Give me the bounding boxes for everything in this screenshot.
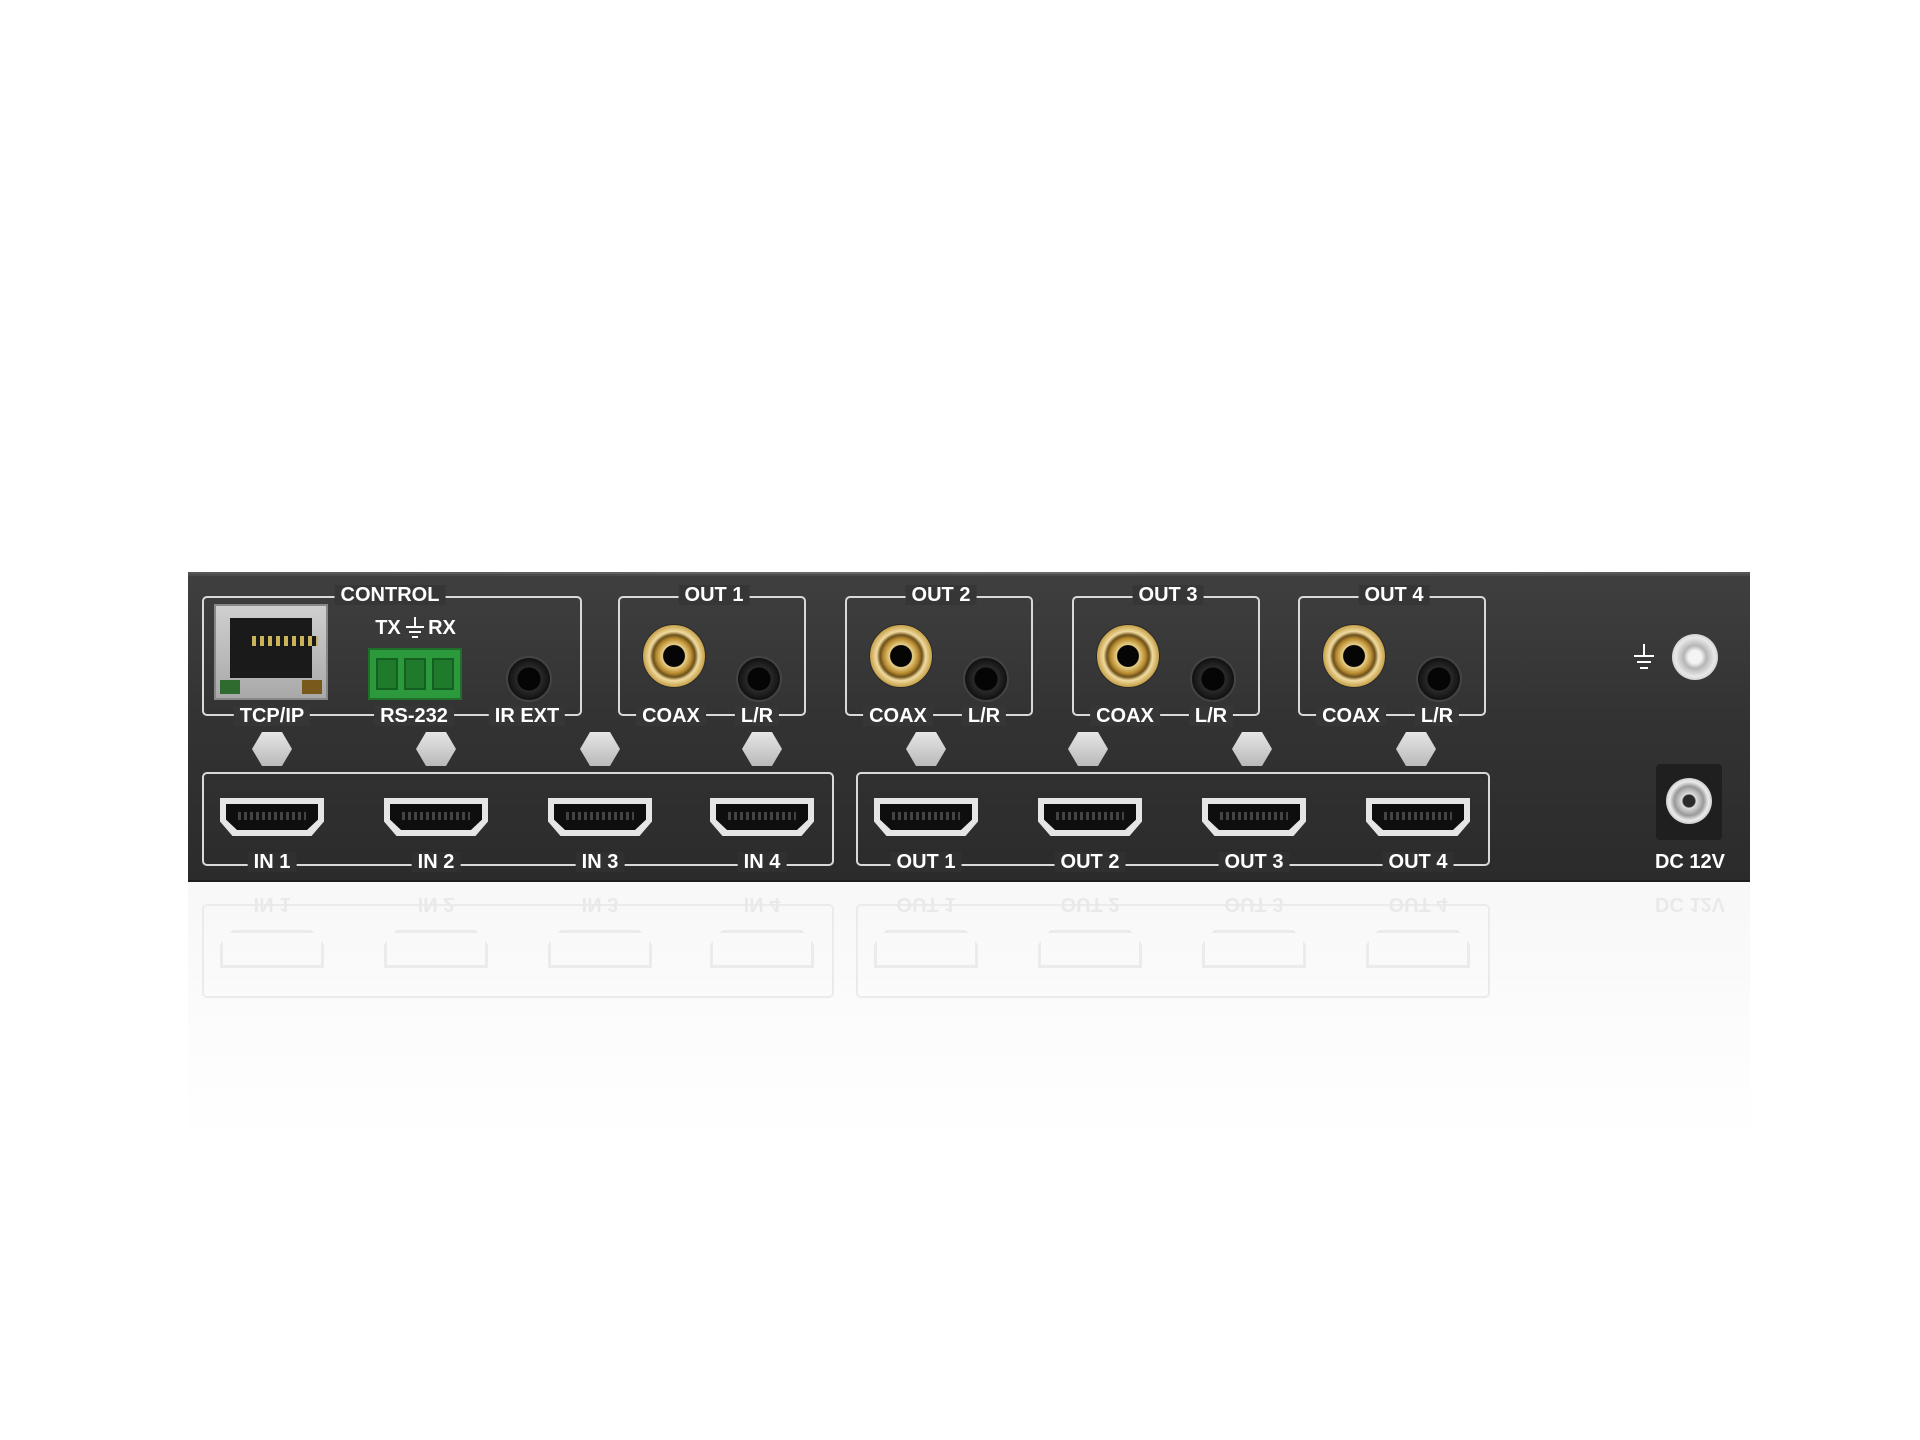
control-group-label: CONTROL [334,585,446,605]
coax-label-1: COAX [636,706,706,726]
hdmi-out-2-label: OUT 2 [1054,852,1126,872]
hdmi-out-3-label: OUT 3 [1218,852,1290,872]
serial-tx-label: TX [375,617,401,639]
ir-ext-jack [506,656,552,702]
coax-label-3: COAX [1090,706,1160,726]
audio-out-2-title: OUT 2 [905,585,977,605]
coax-jack-1 [642,624,706,688]
hdmi-in-2-label: IN 2 [411,852,461,872]
rj45-port [214,604,328,700]
tcpip-label: TCP/IP [233,706,311,726]
lr-label-2: L/R [961,706,1007,726]
dc-power-socket [1656,764,1722,840]
lr-label-1: L/R [734,706,780,726]
coax-label-4: COAX [1316,706,1386,726]
hdmi-in-3-port [548,798,652,836]
rs232-label: RS-232 [374,706,454,726]
lr-jack-4 [1416,656,1462,702]
lr-jack-1 [736,656,782,702]
hdmi-in-3-label: IN 3 [575,852,625,872]
audio-out-3-title: OUT 3 [1132,585,1204,605]
serial-rx-label: RX [428,617,456,639]
coax-jack-4 [1322,624,1386,688]
lr-label-4: L/R [1414,706,1460,726]
ground-icon [406,617,424,638]
hdmi-in-1-label: IN 1 [247,852,297,872]
hdmi-out-3-port [1202,798,1306,836]
lr-jack-3 [1190,656,1236,702]
coax-jack-2 [869,624,933,688]
hdmi-in-2-port [384,798,488,836]
ground-symbol-icon [1634,644,1654,669]
coax-jack-3 [1096,624,1160,688]
ir-ext-label: IR EXT [488,706,566,726]
audio-out-4-title: OUT 4 [1358,585,1430,605]
audio-out-1-title: OUT 1 [678,585,750,605]
lr-jack-2 [963,656,1009,702]
ground-screw-post [1672,634,1718,680]
hdmi-out-1-port [874,798,978,836]
rs232-terminal-block [368,648,462,700]
dc-power-label: DC 12V [1654,851,1726,873]
coax-label-2: COAX [863,706,933,726]
hdmi-in-1-port [220,798,324,836]
hdmi-out-2-port [1038,798,1142,836]
hdmi-out-4-label: OUT 4 [1382,852,1454,872]
hdmi-in-4-port [710,798,814,836]
hdmi-out-1-label: OUT 1 [890,852,962,872]
device-rear-panel-photo: CONTROL TX RX TCP/IP RS-232 IR EXT OUT 1… [0,0,1920,1440]
hdmi-out-4-port [1366,798,1470,836]
floor-reflection: IN 1 IN 2 IN 3 IN 4 OUT 1 OUT 2 OUT 3 OU… [188,882,1750,1142]
lr-label-3: L/R [1188,706,1234,726]
hdmi-in-4-label: IN 4 [737,852,787,872]
